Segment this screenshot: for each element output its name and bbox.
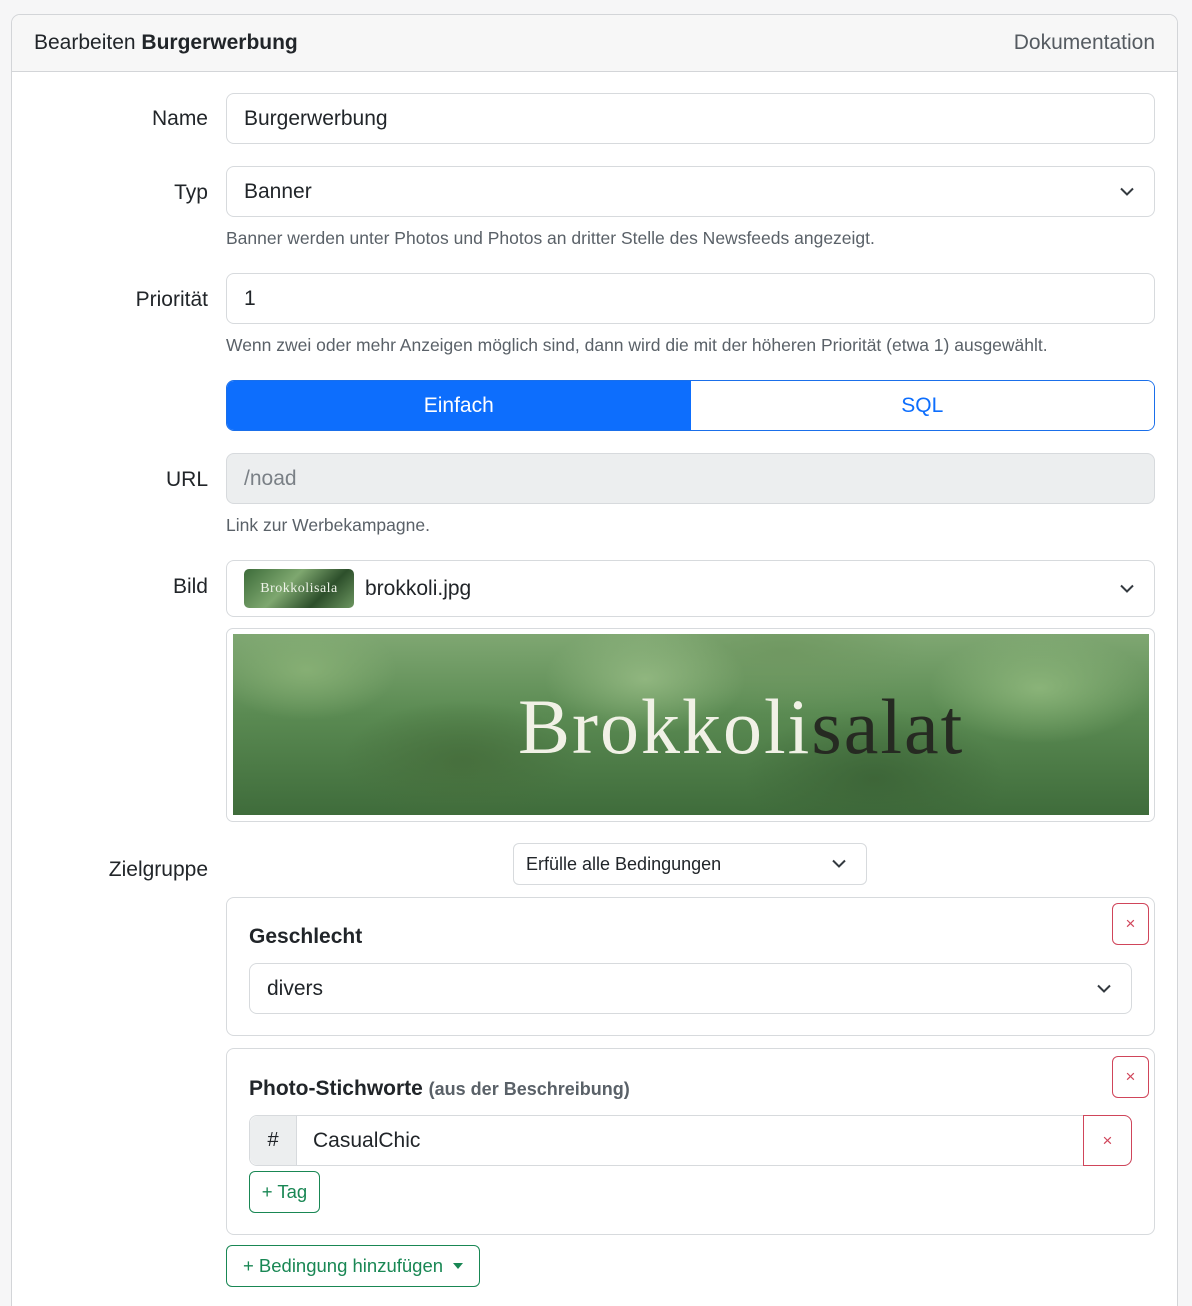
preview-text-dark: salat bbox=[811, 683, 965, 770]
chevron-down-icon bbox=[832, 859, 846, 868]
image-filename: brokkoli.jpg bbox=[365, 576, 472, 600]
mode-toggle: Einfach SQL bbox=[226, 380, 1155, 431]
condition-gender: Geschlecht × divers bbox=[226, 897, 1155, 1036]
name-input[interactable]: Burgerwerbung bbox=[226, 93, 1155, 144]
url-hint: Link zur Werbekampagne. bbox=[226, 515, 430, 535]
title-ad-name: Burgerwerbung bbox=[141, 31, 298, 54]
caret-down-icon bbox=[453, 1263, 464, 1269]
mode-sql-button[interactable]: SQL bbox=[690, 381, 1154, 430]
page-title: Bearbeiten Burgerwerbung bbox=[34, 31, 298, 55]
type-hint: Banner werden unter Photos und Photos an… bbox=[226, 228, 875, 248]
tag-input[interactable]: CasualChic bbox=[297, 1116, 1083, 1165]
documentation-link[interactable]: Dokumentation bbox=[1014, 31, 1155, 55]
close-icon: × bbox=[1125, 1067, 1136, 1086]
add-condition-button[interactable]: + Bedingung hinzufügen bbox=[226, 1245, 480, 1287]
tag-input-value: CasualChic bbox=[313, 1128, 421, 1152]
type-label: Typ bbox=[174, 181, 208, 204]
image-thumbnail: Brokkolisala bbox=[244, 569, 354, 608]
gender-select-value: divers bbox=[267, 976, 324, 1000]
priority-hint: Wenn zwei oder mehr Anzeigen möglich sin… bbox=[226, 335, 1048, 355]
chevron-down-icon bbox=[1120, 187, 1134, 196]
condition-keywords-subtitle: (aus der Beschreibung) bbox=[428, 1079, 630, 1099]
hash-icon: # bbox=[250, 1116, 297, 1165]
image-preview-text: Brokkolisalat bbox=[518, 682, 964, 772]
title-prefix: Bearbeiten bbox=[34, 31, 136, 54]
tag-input-group: # CasualChic × bbox=[249, 1115, 1132, 1166]
priority-input[interactable]: 1 bbox=[226, 273, 1155, 324]
url-input-placeholder: /noad bbox=[244, 466, 297, 490]
close-icon: × bbox=[1102, 1130, 1113, 1150]
preview-text-light: Brokkoli bbox=[518, 683, 812, 770]
match-mode-value: Erfülle alle Bedingungen bbox=[526, 853, 722, 874]
type-select-value: Banner bbox=[244, 179, 312, 203]
audience-label: Zielgruppe bbox=[108, 858, 208, 881]
priority-input-value: 1 bbox=[244, 286, 256, 310]
name-label: Name bbox=[151, 107, 208, 130]
image-preview: Brokkolisalat bbox=[226, 628, 1155, 822]
card-header: Bearbeiten Burgerwerbung Dokumentation bbox=[12, 15, 1177, 72]
image-label: Bild bbox=[172, 575, 208, 598]
image-preview-picture: Brokkolisalat bbox=[233, 634, 1149, 815]
type-select[interactable]: Banner bbox=[226, 166, 1155, 217]
image-select[interactable]: Brokkolisala brokkoli.jpg bbox=[226, 560, 1155, 617]
url-input[interactable]: /noad bbox=[226, 453, 1155, 504]
match-mode-select[interactable]: Erfülle alle Bedingungen bbox=[513, 843, 867, 885]
remove-condition-button[interactable]: × bbox=[1112, 903, 1149, 945]
add-condition-label: + Bedingung hinzufügen bbox=[242, 1255, 444, 1276]
mode-simple-button[interactable]: Einfach bbox=[227, 381, 691, 430]
condition-keywords-title-text: Photo-Stichworte bbox=[249, 1077, 423, 1100]
remove-tag-button[interactable]: × bbox=[1083, 1115, 1132, 1166]
name-input-value: Burgerwerbung bbox=[244, 106, 388, 130]
priority-label: Priorität bbox=[135, 288, 208, 311]
close-icon: × bbox=[1125, 914, 1136, 933]
chevron-down-icon bbox=[1120, 584, 1134, 593]
gender-select[interactable]: divers bbox=[249, 963, 1132, 1014]
condition-keywords-title: Photo-Stichworte (aus der Beschreibung) bbox=[249, 1077, 630, 1101]
condition-photo-keywords: Photo-Stichworte (aus der Beschreibung) … bbox=[226, 1048, 1155, 1235]
remove-condition-button[interactable]: × bbox=[1112, 1056, 1149, 1098]
condition-gender-title: Geschlecht bbox=[249, 925, 363, 948]
chevron-down-icon bbox=[1097, 984, 1111, 993]
url-label: URL bbox=[165, 468, 208, 491]
image-thumbnail-text: Brokkolisala bbox=[260, 580, 338, 596]
add-tag-button[interactable]: + Tag bbox=[249, 1171, 320, 1213]
